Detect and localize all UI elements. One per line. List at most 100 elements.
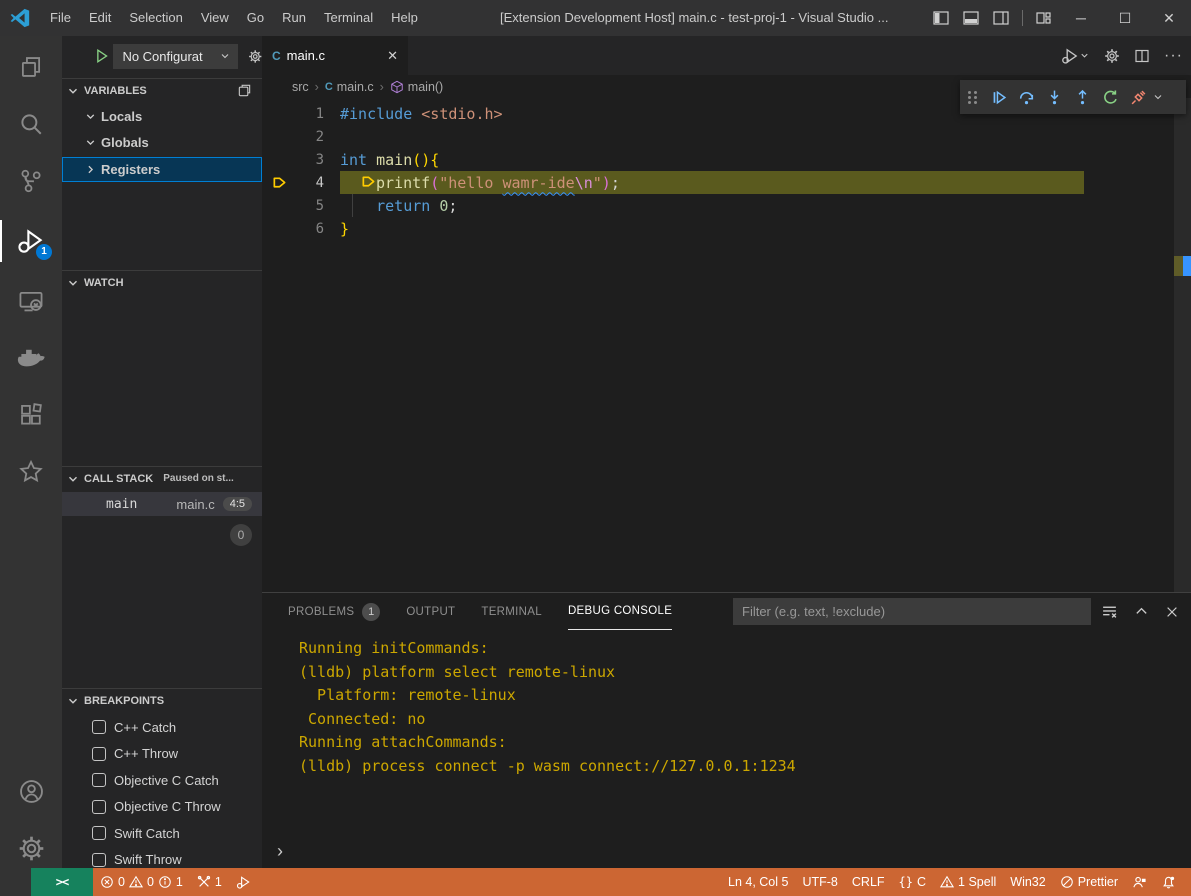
breakpoint-gutter[interactable] <box>262 217 296 240</box>
chevron-down-icon[interactable] <box>1152 91 1164 103</box>
run-and-debug-icon[interactable]: 1 <box>0 216 62 266</box>
more-actions-icon[interactable]: ··· <box>1164 47 1183 65</box>
problems-status[interactable]: 0 0 1 <box>93 868 190 896</box>
debug-settings-gear-icon[interactable] <box>248 49 262 64</box>
console-filter-input[interactable] <box>733 598 1091 625</box>
menu-selection[interactable]: Selection <box>120 0 191 36</box>
start-debug-icon[interactable] <box>94 48 109 64</box>
platform-item[interactable]: Win32 <box>1003 868 1052 896</box>
chevron-down-icon <box>66 694 80 708</box>
breadcrumb-file[interactable]: main.c <box>337 80 374 94</box>
overview-info-mark <box>1183 256 1191 276</box>
tab-debug-console[interactable]: DEBUG CONSOLE <box>568 593 672 630</box>
debug-status-icon-item[interactable] <box>229 868 258 896</box>
encoding-item[interactable]: UTF-8 <box>795 868 844 896</box>
tab-output[interactable]: OUTPUT <box>406 593 455 630</box>
docker-icon[interactable] <box>0 333 62 383</box>
variables-globals-row[interactable]: Globals <box>62 130 262 155</box>
clear-console-icon[interactable] <box>1101 603 1118 620</box>
call-stack-frame-row[interactable]: main main.c 4:5 <box>62 492 262 516</box>
breakpoint-checkbox[interactable] <box>92 747 106 761</box>
run-or-debug-button[interactable] <box>1061 47 1090 65</box>
step-out-button[interactable] <box>1068 83 1096 111</box>
notifications-item[interactable] <box>1154 868 1183 896</box>
disconnect-button[interactable] <box>1124 83 1152 111</box>
tab-problems[interactable]: PROBLEMS 1 <box>288 593 380 630</box>
explorer-icon[interactable] <box>0 42 62 92</box>
variables-registers-row[interactable]: Registers <box>62 157 262 182</box>
extensions-icon[interactable] <box>0 390 62 440</box>
debug-console-label: DEBUG CONSOLE <box>568 605 672 617</box>
restart-button[interactable] <box>1096 83 1124 111</box>
maximize-button[interactable]: ☐ <box>1103 0 1147 36</box>
cursor-position[interactable]: Ln 4, Col 5 <box>721 868 795 896</box>
breakpoint-gutter[interactable] <box>262 194 296 217</box>
breakpoint-checkbox[interactable] <box>92 720 106 734</box>
breakpoint-checkbox[interactable] <box>92 800 106 814</box>
breakpoint-row[interactable]: Swift Throw <box>62 847 262 869</box>
breakpoint-row[interactable]: Swift Catch <box>62 820 262 846</box>
debug-current-line-arrow-icon[interactable] <box>262 171 296 194</box>
variables-section-header[interactable]: VARIABLES <box>62 78 262 102</box>
menu-run[interactable]: Run <box>273 0 315 36</box>
breakpoint-gutter[interactable] <box>262 148 296 171</box>
tools-status[interactable]: 1 <box>190 868 229 896</box>
eol-item[interactable]: CRLF <box>845 868 892 896</box>
debug-config-dropdown[interactable]: No Configurat <box>113 44 237 69</box>
editor-settings-gear-icon[interactable] <box>1104 48 1120 64</box>
variables-locals-row[interactable]: Locals <box>62 104 262 129</box>
source-control-icon[interactable] <box>0 156 62 206</box>
breakpoint-checkbox[interactable] <box>92 773 106 787</box>
code-editor[interactable]: 1#include <stdio.h>23int main(){4printf(… <box>262 98 1191 592</box>
accounts-icon[interactable] <box>0 766 62 816</box>
remote-explorer-icon[interactable] <box>0 276 62 326</box>
toggle-panel-icon[interactable] <box>956 0 986 36</box>
toggle-secondary-sidebar-icon[interactable] <box>986 0 1016 36</box>
tab-terminal[interactable]: TERMINAL <box>481 593 542 630</box>
breakpoint-row[interactable]: C++ Throw <box>62 741 262 767</box>
spell-checker-item[interactable]: 1 Spell <box>933 868 1003 896</box>
drag-handle-icon[interactable] <box>968 91 978 104</box>
frame-name: main <box>106 497 176 512</box>
editor-scrollbar[interactable] <box>1174 98 1191 592</box>
close-button[interactable]: ✕ <box>1147 0 1191 36</box>
language-mode-item[interactable]: {} C <box>892 868 933 896</box>
watch-section-header[interactable]: WATCH <box>62 270 262 294</box>
step-over-button[interactable] <box>1012 83 1040 111</box>
customize-layout-icon[interactable] <box>1029 0 1059 36</box>
breakpoint-row[interactable]: C++ Catch <box>62 714 262 740</box>
breakpoint-gutter[interactable] <box>262 125 296 148</box>
breakpoint-row[interactable]: Objective C Catch <box>62 767 262 793</box>
breakpoint-checkbox[interactable] <box>92 853 106 867</box>
remote-indicator[interactable]: >< <box>31 868 93 896</box>
tab-close-icon[interactable]: ✕ <box>387 48 398 64</box>
breakpoints-section-header[interactable]: BREAKPOINTS <box>62 688 262 712</box>
step-into-button[interactable] <box>1040 83 1068 111</box>
tab-main-c[interactable]: C main.c ✕ <box>262 36 408 75</box>
console-input-prompt[interactable]: › <box>277 842 283 860</box>
breadcrumb-symbol[interactable]: main() <box>408 80 443 94</box>
menu-terminal[interactable]: Terminal <box>315 0 382 36</box>
toggle-sidebar-icon[interactable] <box>926 0 956 36</box>
menu-help[interactable]: Help <box>382 0 427 36</box>
menu-go[interactable]: Go <box>238 0 273 36</box>
close-panel-icon[interactable] <box>1165 605 1179 619</box>
menu-file[interactable]: File <box>41 0 80 36</box>
settings-gear-icon[interactable] <box>0 823 62 873</box>
search-icon[interactable] <box>0 99 62 149</box>
minimize-button[interactable]: ─ <box>1059 0 1103 36</box>
breakpoint-gutter[interactable] <box>262 102 296 125</box>
menu-view[interactable]: View <box>192 0 238 36</box>
call-stack-section-header[interactable]: CALL STACK Paused on st... <box>62 466 262 490</box>
continue-button[interactable] <box>984 83 1012 111</box>
formatter-item[interactable]: Prettier <box>1053 868 1125 896</box>
maximize-panel-icon[interactable] <box>1134 604 1149 619</box>
breadcrumb-folder[interactable]: src <box>292 80 309 94</box>
breakpoint-checkbox[interactable] <box>92 826 106 840</box>
feedback-item[interactable] <box>1125 868 1154 896</box>
breakpoint-row[interactable]: Objective C Throw <box>62 794 262 820</box>
menu-edit[interactable]: Edit <box>80 0 120 36</box>
split-editor-icon[interactable] <box>1134 48 1150 64</box>
copy-icon[interactable] <box>237 83 252 98</box>
star-icon[interactable] <box>0 447 62 497</box>
